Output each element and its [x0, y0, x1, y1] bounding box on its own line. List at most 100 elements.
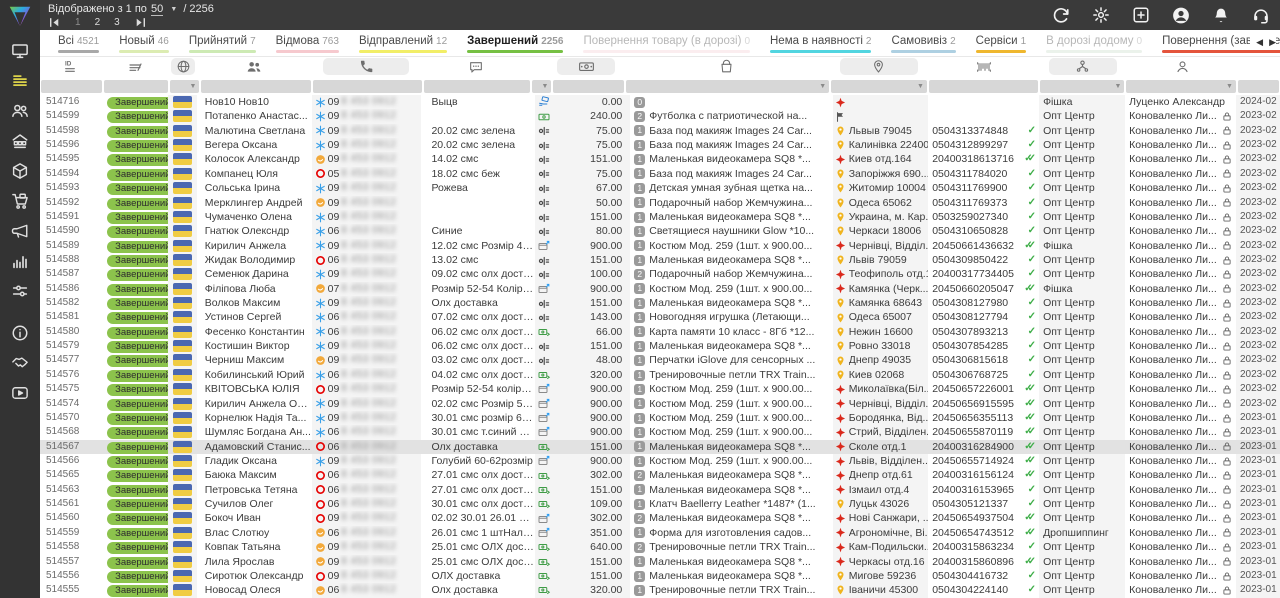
order-row-514556[interactable]: 514556ЗавершенийСиротюк Олександр098 453… [40, 569, 1280, 583]
order-row-514590[interactable]: 514590ЗавершенийГнатюк Олексндр068 453 0… [40, 224, 1280, 238]
order-row-514592[interactable]: 514592ЗавершенийМерклингер Андрей098 453… [40, 196, 1280, 210]
sidebar-item-partners[interactable] [0, 348, 40, 378]
order-row-514586[interactable]: 514586ЗавершенийФіліпова Люба078 453 091… [40, 282, 1280, 296]
app-logo[interactable] [7, 3, 33, 29]
tab-Завершений[interactable]: Завершений2256 [467, 35, 563, 53]
column-header-date[interactable] [1238, 56, 1280, 77]
order-row-514598[interactable]: 514598ЗавершенийМалютина Светлана098 453… [40, 124, 1280, 138]
column-header-id[interactable]: ID [40, 56, 102, 77]
order-row-514593[interactable]: 514593ЗавершенийСольська Ірина098 453 09… [40, 181, 1280, 195]
order-row-514575[interactable]: 514575ЗавершенийКВІТОВСЬКА ЮЛІЯ098 453 0… [40, 382, 1280, 396]
column-header-flag[interactable] [168, 56, 198, 77]
tab-Новый[interactable]: Новый46 [119, 35, 169, 53]
order-row-514716[interactable]: 514716ЗавершенийНов10 Нов10098 453 0912В… [40, 95, 1280, 109]
order-row-514574[interactable]: 514574ЗавершенийКирилич Анжела Ол...098 … [40, 397, 1280, 411]
column-header-phone[interactable] [310, 56, 422, 77]
column-header-mgr[interactable] [1040, 56, 1126, 77]
sidebar-item-statistics[interactable] [0, 246, 40, 276]
sidebar-item-procurement[interactable] [0, 186, 40, 216]
tabs-scroll-right-icon[interactable]: ▶ [1269, 37, 1276, 48]
order-row-514580[interactable]: 514580ЗавершенийФесенко Константин068 45… [40, 325, 1280, 339]
first-page-button[interactable] [48, 16, 61, 29]
order-row-514587[interactable]: 514587ЗавершенийСеменюк Дарина098 453 09… [40, 267, 1280, 281]
notifications-bell-icon[interactable] [1212, 6, 1230, 24]
filter-input-name[interactable] [201, 80, 310, 93]
filter-input-date[interactable] [1238, 80, 1279, 93]
tab-Нема в наявності[interactable]: Нема в наявності2 [770, 35, 871, 53]
page-number-1[interactable]: 1 [75, 17, 81, 28]
sidebar-item-products[interactable] [0, 156, 40, 186]
sidebar-item-orders[interactable] [0, 66, 40, 96]
column-header-pay[interactable] [530, 56, 550, 77]
filter-input-pay[interactable]: ▼ [532, 80, 552, 93]
sidebar-item-company[interactable] [0, 126, 40, 156]
sidebar-item-tutorials[interactable] [0, 378, 40, 408]
filter-input-client[interactable]: ▼ [1126, 80, 1235, 93]
filter-input-status[interactable] [104, 80, 169, 93]
order-row-514555[interactable]: 514555ЗавершенийНовосад Олеся068 453 091… [40, 583, 1280, 597]
column-header-ttn[interactable] [928, 56, 1040, 77]
column-header-status[interactable] [102, 56, 168, 77]
sidebar-item-clients[interactable] [0, 96, 40, 126]
tab-Сервіси[interactable]: Сервіси1 [976, 35, 1027, 53]
column-header-client[interactable] [1126, 56, 1238, 77]
order-row-514567[interactable]: 514567ЗавершенийАдамовский Станис...068 … [40, 440, 1280, 454]
sidebar-item-settings[interactable] [0, 276, 40, 306]
column-header-price[interactable] [550, 56, 622, 77]
order-row-514599[interactable]: 514599ЗавершенийПотапенко Анастас...098 … [40, 109, 1280, 123]
order-row-514581[interactable]: 514581ЗавершенийУстинов Сергей068 453 09… [40, 310, 1280, 324]
order-row-514596[interactable]: 514596ЗавершенийВегера Оксана098 453 091… [40, 138, 1280, 152]
filter-input-id[interactable] [41, 80, 102, 93]
order-row-514579[interactable]: 514579ЗавершенийКостишин Виктор098 453 0… [40, 339, 1280, 353]
order-row-514566[interactable]: 514566ЗавершенийГладик Оксана098 453 091… [40, 454, 1280, 468]
order-row-514576[interactable]: 514576ЗавершенийКобилинський Юрий068 453… [40, 368, 1280, 382]
column-header-comment[interactable] [422, 56, 530, 77]
tabs-scroll-left-icon[interactable]: ◀ [1256, 37, 1263, 48]
filter-input-comment[interactable] [424, 80, 530, 93]
tab-В дорозі додому[interactable]: В дорозі додому0 [1046, 35, 1142, 53]
settings-gear-icon[interactable] [1092, 6, 1110, 24]
order-row-514594[interactable]: 514594ЗавершенийКомпанец Юля058 453 0912… [40, 167, 1280, 181]
order-row-514582[interactable]: 514582ЗавершенийВолков Максим098 453 091… [40, 296, 1280, 310]
column-header-name[interactable] [198, 56, 310, 77]
order-row-514565[interactable]: 514565ЗавершенийБаюка Максим068 453 0912… [40, 468, 1280, 482]
column-header-loc[interactable] [830, 56, 928, 77]
order-row-514595[interactable]: 514595ЗавершенийКолосок Александр098 453… [40, 152, 1280, 166]
tab-Відправлений[interactable]: Відправлений12 [359, 35, 447, 53]
tab-Всі[interactable]: Всі4521 [58, 35, 99, 53]
support-headset-icon[interactable] [1252, 6, 1270, 24]
page-number-2[interactable]: 2 [95, 17, 101, 28]
page-number-3[interactable]: 3 [114, 17, 120, 28]
order-row-514559[interactable]: 514559ЗавершенийВлас Слотюу068 453 09122… [40, 526, 1280, 540]
filter-input-flag[interactable]: ▼ [170, 80, 199, 93]
filter-input-ttn[interactable] [929, 80, 1038, 93]
order-row-514570[interactable]: 514570ЗавершенийКорнелюк Надія Та...098 … [40, 411, 1280, 425]
order-row-514591[interactable]: 514591ЗавершенийЧумаченко Олена098 453 0… [40, 210, 1280, 224]
tab-Повернення товару (в дорозі)[interactable]: Повернення товару (в дорозі)0 [583, 35, 750, 53]
order-row-514588[interactable]: 514588ЗавершенийЖидак Володимир068 453 0… [40, 253, 1280, 267]
filter-input-price[interactable] [553, 80, 623, 93]
refresh-icon[interactable] [1052, 6, 1070, 24]
profile-avatar-icon[interactable] [1172, 6, 1190, 24]
filter-input-mgr[interactable]: ▼ [1040, 80, 1124, 93]
order-row-514557[interactable]: 514557ЗавершенийЛила Ярослав098 453 0912… [40, 555, 1280, 569]
sidebar-item-dashboard[interactable] [0, 36, 40, 66]
filter-input-loc[interactable]: ▼ [831, 80, 927, 93]
last-page-button[interactable] [134, 16, 147, 29]
tab-Прийнятий[interactable]: Прийнятий7 [189, 35, 256, 53]
filter-input-product[interactable]: ▼ [626, 80, 829, 93]
tab-Відмова[interactable]: Відмова763 [276, 35, 339, 53]
chevron-down-icon[interactable]: ▼ [170, 6, 177, 13]
order-row-514577[interactable]: 514577ЗавершенийЧерниш Максим098 453 091… [40, 353, 1280, 367]
filter-input-phone[interactable] [313, 80, 422, 93]
tab-Самовивіз[interactable]: Самовивіз2 [891, 35, 955, 53]
order-row-514560[interactable]: 514560ЗавершенийБокоч Иван098 453 091202… [40, 511, 1280, 525]
order-row-514589[interactable]: 514589ЗавершенийКирилич Анжела098 453 09… [40, 239, 1280, 253]
order-row-514561[interactable]: 514561ЗавершенийСучилов Олег068 453 0912… [40, 497, 1280, 511]
sidebar-item-info[interactable] [0, 318, 40, 348]
order-row-514563[interactable]: 514563ЗавершенийПетровська Тетяна068 453… [40, 483, 1280, 497]
order-row-514568[interactable]: 514568ЗавершенийШумляс Богдана Ан...068 … [40, 425, 1280, 439]
sidebar-item-marketing[interactable] [0, 216, 40, 246]
add-square-icon[interactable] [1132, 6, 1150, 24]
column-header-product[interactable] [622, 56, 830, 77]
